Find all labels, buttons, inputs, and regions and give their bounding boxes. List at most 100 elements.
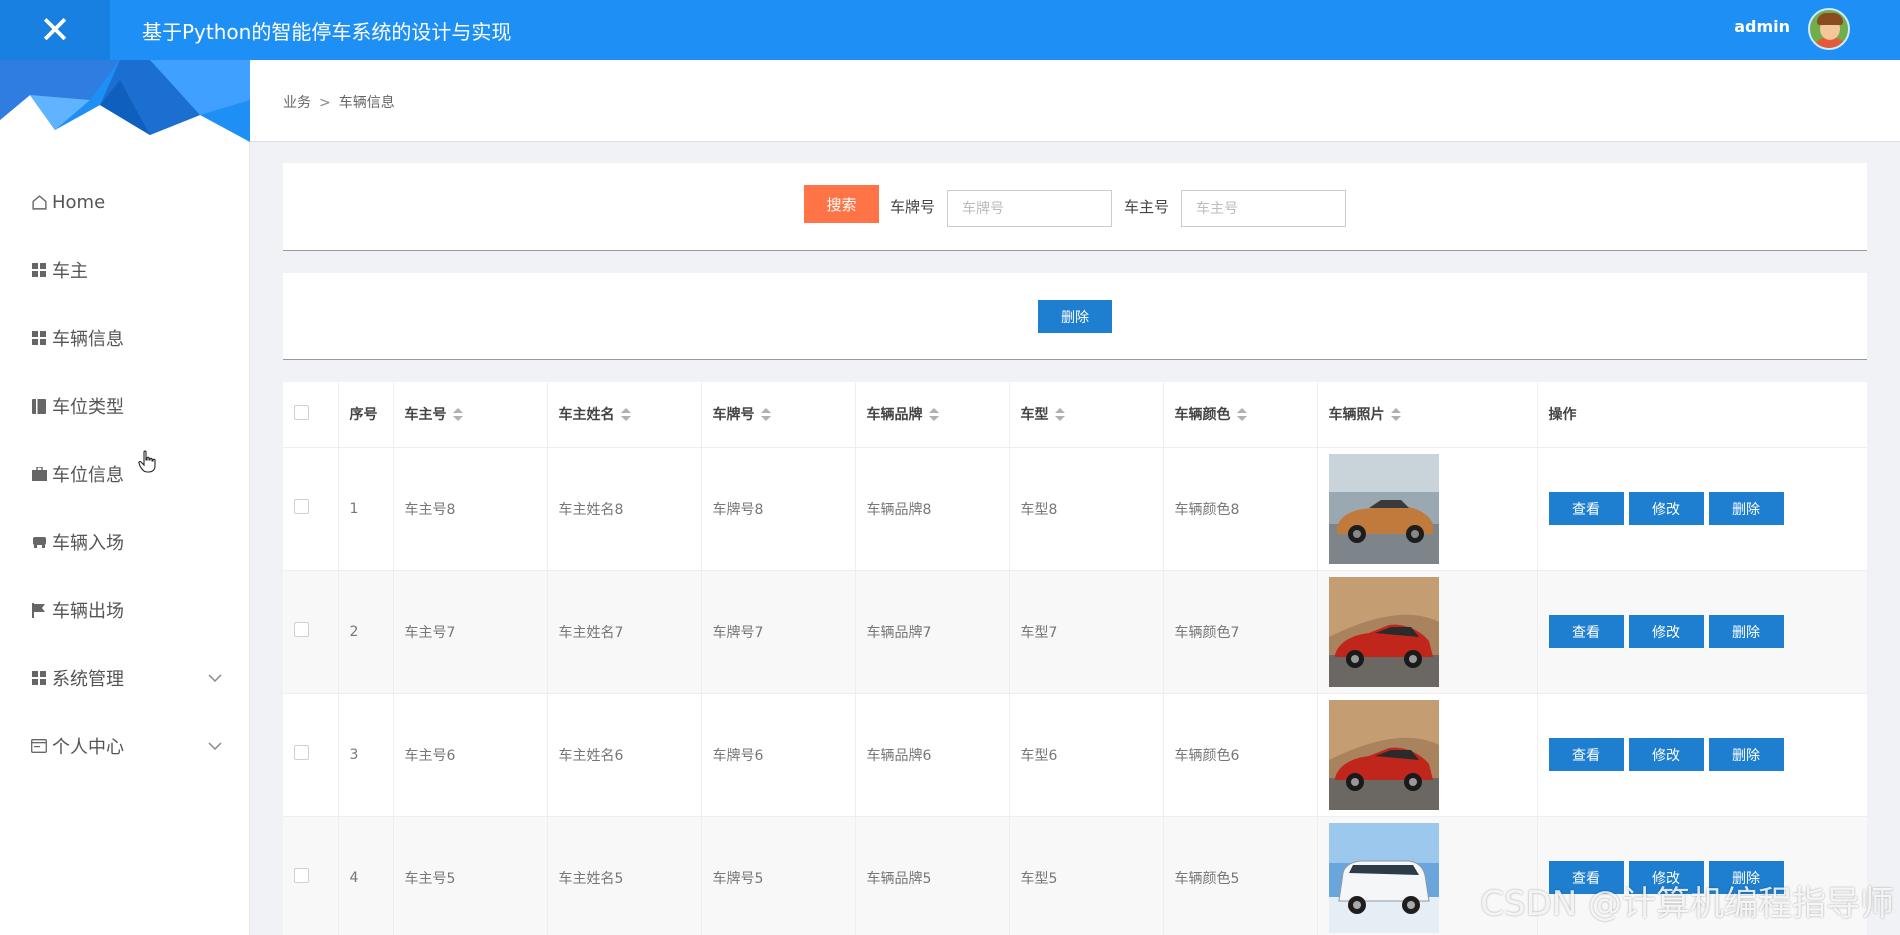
row-checkbox[interactable] [294,868,309,884]
edit-button[interactable]: 修改 [1628,738,1704,771]
cell-owner-no: 车主号7 [393,570,548,693]
sidebar-item-label: 车位类型 [52,397,124,418]
sort-icon[interactable] [928,408,939,422]
avatar[interactable] [1808,8,1850,50]
cell-plate: 车牌号7 [701,570,856,693]
sidebar-menu: Home 车主 车辆信息 车位类型 车位信息 车辆入场 车辆出场 系统管理 个人… [0,168,250,780]
cell-plate: 车牌号5 [701,816,856,935]
delete-button[interactable]: 删除 [1708,492,1784,525]
breadcrumb-separator: > [319,95,331,111]
sort-icon[interactable] [620,408,631,422]
cell-owner-name: 车主姓名5 [547,816,702,935]
cell-brand: 车辆品牌6 [855,693,1010,816]
sidebar-item-system-management[interactable]: 系统管理 [0,644,250,712]
car-photo-orange-sports-car[interactable] [1328,453,1439,564]
cell-brand: 车辆品牌8 [855,447,1010,570]
cell-brand: 车辆品牌5 [855,816,1010,935]
sidebar: Home 车主 车辆信息 车位类型 车位信息 车辆入场 车辆出场 系统管理 个人… [0,60,250,935]
sidebar-item-vehicle-entry[interactable]: 车辆入场 [0,508,250,576]
chevron-down-icon [208,742,222,751]
column-header-plate[interactable]: 车牌号 [701,382,856,447]
column-header-color[interactable]: 车辆颜色 [1163,382,1318,447]
grid-icon [30,261,48,279]
vehicle-table: 序号 车主号 车主姓名 车牌号 车辆品牌 车型 车辆颜色 车辆照片 操作 1 车… [283,382,1867,935]
sort-icon[interactable] [1054,408,1065,422]
sidebar-item-home[interactable]: Home [0,168,250,236]
cell-index: 3 [338,693,394,816]
briefcase-icon [30,465,48,483]
cell-index: 2 [338,570,394,693]
plate-label: 车牌号 [890,198,936,216]
sidebar-item-vehicle-exit[interactable]: 车辆出场 [0,576,250,644]
column-header-owner-name[interactable]: 车主姓名 [547,382,702,447]
cell-color: 车辆颜色5 [1163,816,1318,935]
sidebar-item-label: 车辆出场 [52,601,124,622]
cell-photo [1317,447,1538,570]
column-header-photo[interactable]: 车辆照片 [1317,382,1538,447]
column-header-owner-no[interactable]: 车主号 [393,382,548,447]
breadcrumb-current: 车辆信息 [338,95,395,111]
sort-icon[interactable] [452,408,463,422]
cell-owner-name: 车主姓名6 [547,693,702,816]
edit-button[interactable]: 修改 [1628,492,1704,525]
app-title: 基于Python的智能停车系统的设计与实现 [142,20,512,44]
chevron-down-icon [208,674,222,683]
sidebar-item-personal-center[interactable]: 个人中心 [0,712,250,780]
cell-actions: 查看 修改 删除 [1537,447,1867,570]
user-name[interactable]: admin [1734,17,1790,36]
car-photo-red-hatchback[interactable] [1328,576,1439,687]
breadcrumb-parent[interactable]: 业务 [283,95,311,111]
cell-photo [1317,570,1538,693]
column-header-index: 序号 [338,382,394,447]
sidebar-item-label: 系统管理 [52,669,124,690]
delete-button[interactable]: 删除 [1708,738,1784,771]
view-button[interactable]: 查看 [1548,492,1624,525]
sidebar-item-space-info[interactable]: 车位信息 [0,440,250,508]
sidebar-item-owner[interactable]: 车主 [0,236,250,304]
sort-icon[interactable] [1390,408,1401,422]
search-button[interactable]: 搜索 [804,185,879,223]
id-card-icon [30,737,48,755]
top-header: ✕ 基于Python的智能停车系统的设计与实现 admin [0,0,1900,60]
select-all-checkbox[interactable] [294,404,309,420]
sidebar-toggle-button[interactable]: ✕ [0,0,110,60]
cell-owner-no: 车主号5 [393,816,548,935]
cell-plate: 车牌号8 [701,447,856,570]
book-icon [30,397,48,415]
column-header-model[interactable]: 车型 [1009,382,1164,447]
action-panel: 删除 [283,273,1867,360]
cell-index: 4 [338,816,394,935]
plate-search-input[interactable] [947,190,1112,227]
sort-icon[interactable] [760,408,771,422]
sidebar-item-label: 车位信息 [52,465,124,486]
sidebar-item-label: Home [52,191,106,213]
car-icon [30,533,48,551]
view-button[interactable]: 查看 [1548,615,1624,648]
grid-icon [30,669,48,687]
car-photo-red-hatchback[interactable] [1328,699,1439,810]
grid-icon [30,329,48,347]
sidebar-item-label: 车辆信息 [52,329,124,350]
car-photo-white-suv[interactable] [1328,822,1439,933]
batch-delete-button[interactable]: 删除 [1038,300,1112,333]
edit-button[interactable]: 修改 [1628,615,1704,648]
cell-owner-no: 车主号8 [393,447,548,570]
table-row: 2 车主号7 车主姓名7 车牌号7 车辆品牌7 车型7 车辆颜色7 查看 修改 … [283,570,1867,693]
column-header-brand[interactable]: 车辆品牌 [855,382,1010,447]
view-button[interactable]: 查看 [1548,738,1624,771]
row-checkbox[interactable] [294,745,309,760]
hand-cursor-icon [138,450,156,473]
owner-no-search-input[interactable] [1181,190,1346,227]
search-panel: 搜索 车牌号 车主号 [283,163,1867,251]
sidebar-item-vehicle-info[interactable]: 车辆信息 [0,304,250,372]
cell-owner-name: 车主姓名8 [547,447,702,570]
home-icon [30,193,48,211]
row-checkbox[interactable] [294,499,309,514]
cell-model: 车型8 [1009,447,1164,570]
row-checkbox[interactable] [294,622,309,637]
sort-icon[interactable] [1236,408,1247,422]
sidebar-item-space-type[interactable]: 车位类型 [0,372,250,440]
delete-button[interactable]: 删除 [1708,615,1784,648]
flag-icon [30,601,48,619]
cell-actions: 查看 修改 删除 [1537,693,1867,816]
